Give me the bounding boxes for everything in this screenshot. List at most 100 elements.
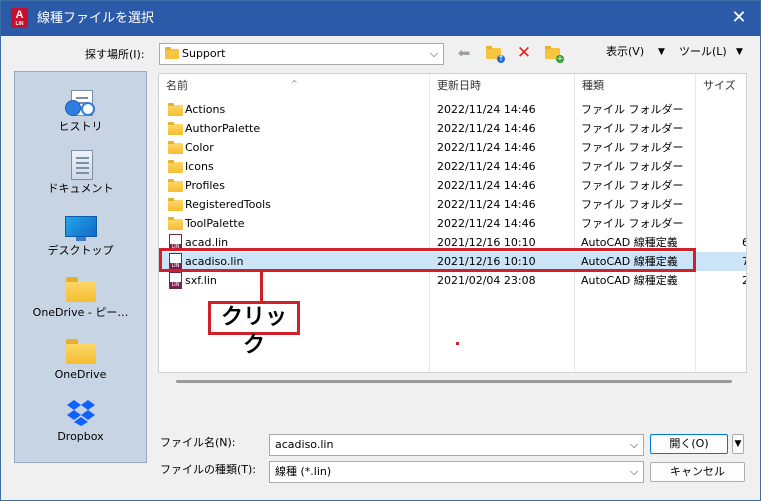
folder-icon xyxy=(165,47,179,59)
autocad-lin-logo-icon: A LIN xyxy=(11,8,28,28)
file-size xyxy=(742,100,746,119)
file-row[interactable]: ToolPalette 2022/11/24 14:46 ファイル フォルダー xyxy=(159,214,746,233)
file-name: Actions xyxy=(185,103,226,116)
up-folder-icon[interactable]: ↑ xyxy=(483,42,505,64)
column-header-size[interactable]: サイズ xyxy=(696,74,746,98)
column-header-type[interactable]: 種類 xyxy=(575,74,695,98)
place-desktop[interactable]: デスクトップ xyxy=(15,202,146,264)
folder-icon xyxy=(168,160,183,173)
documents-icon xyxy=(65,150,97,180)
open-button[interactable]: 開く(O) xyxy=(650,434,728,454)
file-date: 2021/02/04 23:08 xyxy=(437,274,536,287)
place-dropbox[interactable]: Dropbox xyxy=(15,388,146,450)
file-name: Icons xyxy=(185,160,214,173)
close-icon[interactable]: ✕ xyxy=(718,1,760,36)
annotation-connector xyxy=(260,271,263,304)
file-size xyxy=(742,157,746,176)
file-type: ファイル フォルダー xyxy=(581,198,684,211)
chevron-down-icon[interactable]: ⌵ xyxy=(627,435,641,455)
delete-icon[interactable]: ✕ xyxy=(513,42,535,64)
back-arrow-icon[interactable]: ⬅ xyxy=(453,42,475,64)
open-dropdown-icon[interactable]: ▼ xyxy=(732,434,744,454)
filename-value: acadiso.lin xyxy=(275,438,334,451)
sort-ascending-icon: ^ xyxy=(291,79,298,88)
folder-icon xyxy=(65,336,97,366)
folder-icon xyxy=(168,198,183,211)
tools-menu-button[interactable]: ツール(L) xyxy=(679,42,727,62)
folder-icon xyxy=(168,103,183,116)
window-title: 線種ファイルを選択 xyxy=(37,11,155,26)
file-row[interactable]: Actions 2022/11/24 14:46 ファイル フォルダー xyxy=(159,100,746,119)
file-size: 6 xyxy=(742,233,746,252)
file-type: ファイル フォルダー xyxy=(581,122,684,135)
file-type: ファイル フォルダー xyxy=(581,141,684,154)
folder-icon xyxy=(168,179,183,192)
view-menu-button[interactable]: 表示(V) xyxy=(606,42,644,62)
file-size xyxy=(742,138,746,157)
file-date: 2022/11/24 14:46 xyxy=(437,122,536,135)
place-label: デスクトップ xyxy=(47,244,114,257)
lookin-label: 探す場所(I): xyxy=(85,48,145,61)
filetype-select[interactable]: 線種 (*.lin) ⌵ xyxy=(269,461,644,483)
file-row[interactable]: RegisteredTools 2022/11/24 14:46 ファイル フォルダ… xyxy=(159,195,746,214)
filename-label: ファイル名(N): xyxy=(160,436,236,449)
file-date: 2022/11/24 14:46 xyxy=(437,141,536,154)
tools-dropdown-icon[interactable]: ▼ xyxy=(736,42,743,62)
file-dialog: A LIN 線種ファイルを選択 ✕ 探す場所(I): Support ⌵ ⬅ ↑… xyxy=(0,0,761,501)
file-row[interactable]: AuthorPalette 2022/11/24 14:46 ファイル フォルダー xyxy=(159,119,746,138)
file-row[interactable]: Icons 2022/11/24 14:46 ファイル フォルダー xyxy=(159,157,746,176)
annotation-dot xyxy=(456,342,459,345)
file-type: ファイル フォルダー xyxy=(581,160,684,173)
file-name: RegisteredTools xyxy=(185,198,271,211)
file-date: 2022/11/24 14:46 xyxy=(437,179,536,192)
file-type: ファイル フォルダー xyxy=(581,217,684,230)
chevron-down-icon: ⌵ xyxy=(429,47,439,60)
file-size xyxy=(742,195,746,214)
file-date: 2022/11/24 14:46 xyxy=(437,198,536,211)
file-date: 2022/11/24 14:46 xyxy=(437,160,536,173)
place-onedrive[interactable]: OneDrive xyxy=(15,326,146,388)
new-folder-icon[interactable]: + xyxy=(542,42,564,64)
view-dropdown-icon[interactable]: ▼ xyxy=(658,42,665,62)
file-size xyxy=(742,214,746,233)
dropbox-icon xyxy=(65,398,97,428)
file-row[interactable]: Profiles 2022/11/24 14:46 ファイル フォルダー xyxy=(159,176,746,195)
horizontal-scrollbar[interactable] xyxy=(176,380,732,383)
chevron-down-icon[interactable]: ⌵ xyxy=(627,462,641,482)
place-label: OneDrive xyxy=(54,368,107,381)
filetype-label: ファイルの種類(T): xyxy=(160,463,257,476)
file-size xyxy=(742,119,746,138)
place-onedrive-business[interactable]: OneDrive - ピー… xyxy=(15,264,146,326)
place-label: OneDrive - ピー… xyxy=(32,306,129,319)
column-header-date[interactable]: 更新日時 xyxy=(430,74,574,98)
place-label: ドキュメント xyxy=(47,182,114,195)
file-date: 2022/11/24 14:46 xyxy=(437,217,536,230)
filename-input[interactable]: acadiso.lin ⌵ xyxy=(269,434,644,456)
file-size: 2 xyxy=(742,271,746,290)
file-name: sxf.lin xyxy=(185,274,217,287)
title-bar: A LIN 線種ファイルを選択 ✕ xyxy=(1,1,760,36)
place-label: ヒストリ xyxy=(58,120,103,133)
file-name: AuthorPalette xyxy=(185,122,261,135)
annotation-highlight-box xyxy=(159,248,696,272)
lin-file-icon xyxy=(169,272,182,289)
file-type: ファイル フォルダー xyxy=(581,103,684,116)
desktop-icon xyxy=(65,212,97,242)
column-header-name[interactable]: 名前 ^ xyxy=(159,74,429,98)
file-row[interactable]: sxf.lin 2021/02/04 23:08 AutoCAD 線種定義 2 xyxy=(159,271,746,290)
filetype-value: 線種 (*.lin) xyxy=(275,465,332,478)
file-name: Profiles xyxy=(185,179,225,192)
place-history[interactable]: ヒストリ xyxy=(15,78,146,140)
places-bar: ヒストリ ドキュメント デスクトップ OneDrive - ピー… OneDri… xyxy=(14,71,147,463)
folder-icon xyxy=(168,141,183,154)
lookin-combo[interactable]: Support ⌵ xyxy=(159,43,444,65)
folder-icon xyxy=(168,122,183,135)
file-size xyxy=(742,176,746,195)
file-name: Color xyxy=(185,141,214,154)
history-icon xyxy=(65,88,97,118)
place-documents[interactable]: ドキュメント xyxy=(15,140,146,202)
lookin-value: Support xyxy=(182,47,226,60)
cancel-button[interactable]: キャンセル xyxy=(650,462,745,482)
file-row[interactable]: Color 2022/11/24 14:46 ファイル フォルダー xyxy=(159,138,746,157)
file-type: AutoCAD 線種定義 xyxy=(581,274,678,287)
